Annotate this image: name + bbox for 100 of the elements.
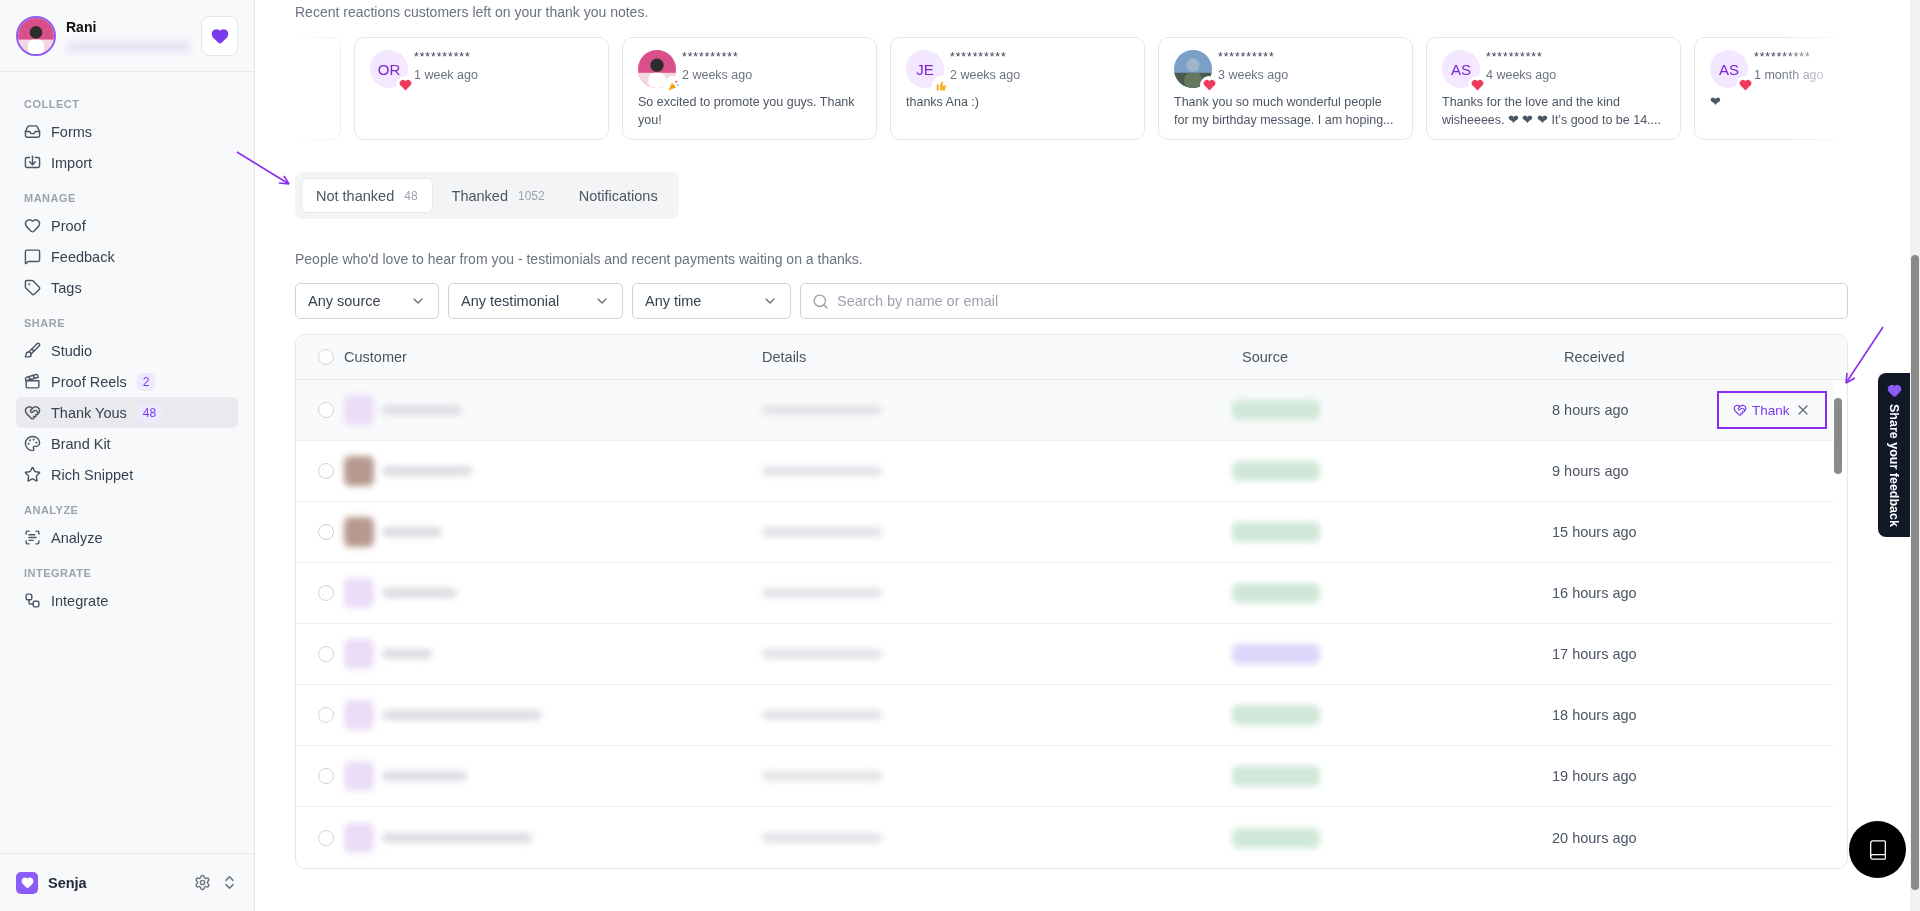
customer-name: **********: [414, 50, 472, 64]
table-row[interactable]: 8 hours ago Thank: [296, 380, 1833, 441]
nav-item[interactable]: Proof: [16, 210, 238, 241]
user-name: Rani: [66, 18, 98, 35]
heart-icon: [210, 26, 229, 45]
nav-item[interactable]: Forms: [16, 116, 238, 147]
section-title: ANALYZE: [24, 504, 80, 516]
nav-item[interactable]: Import: [16, 147, 238, 178]
heart-icon: [398, 79, 412, 91]
blurred-avatar: [344, 761, 374, 791]
section-title: MANAGE: [24, 192, 77, 204]
inbox-icon: [24, 123, 41, 140]
section-title: INTEGRATE: [24, 567, 93, 579]
nav-item[interactable]: Studio: [16, 335, 238, 366]
customer-name: **********: [1218, 50, 1276, 64]
blurred-avatar: [344, 395, 374, 425]
received-time: 8 hours ago: [1552, 402, 1630, 418]
blurred-avatar: [344, 456, 374, 486]
help-button[interactable]: [1849, 821, 1906, 878]
row-checkbox[interactable]: [318, 707, 334, 723]
reaction-time: 1 week ago: [414, 68, 478, 82]
nav-item[interactable]: Rich Snippet: [16, 459, 238, 490]
reaction-message: Thanks for the love and the kind wisheeees. ❤ ❤ ❤ It’s good to be 14....: [1442, 94, 1662, 129]
tab[interactable]: Not thanked 48: [301, 178, 433, 213]
reaction-message: ❤: [1710, 94, 1722, 111]
intro-text: Recent reactions customers left on your thank you notes.: [295, 4, 650, 22]
reaction-message: So excited to promote you guys. Thank you!: [638, 94, 856, 129]
reaction-time: 2 weeks ago: [950, 68, 1021, 82]
star-icon: [24, 466, 41, 483]
select-all-checkbox[interactable]: [318, 349, 334, 365]
reaction-message: thanks Ana :): [906, 94, 980, 111]
heart-icon: [1202, 79, 1216, 91]
filter-dropdown[interactable]: Any time: [632, 283, 791, 319]
received-time: 18 hours ago: [1552, 707, 1638, 723]
thank-button[interactable]: Thank: [1733, 402, 1790, 418]
row-checkbox[interactable]: [318, 524, 334, 540]
received-time: 19 hours ago: [1552, 768, 1638, 784]
reaction-time: 1 month ago: [1754, 68, 1824, 82]
filter-dropdown[interactable]: Any testimonial: [448, 283, 623, 319]
brush-icon: [24, 342, 41, 359]
row-checkbox[interactable]: [318, 402, 334, 418]
reaction-time: 3 weeks ago: [1218, 68, 1289, 82]
heart-icon: [1886, 383, 1902, 398]
column-header: Customer: [344, 349, 408, 365]
heart-icon: [24, 217, 41, 234]
nav-item[interactable]: Analyze: [16, 522, 238, 553]
settings-icon[interactable]: [194, 874, 211, 891]
customer-name: **********: [1754, 50, 1812, 64]
nav-item[interactable]: Thank Yous 48: [16, 397, 238, 428]
column-header: Source: [1242, 349, 1289, 365]
tag-icon: [24, 279, 41, 296]
row-checkbox[interactable]: [318, 463, 334, 479]
heart-handshake-icon: [24, 404, 41, 421]
nav-item[interactable]: Feedback: [16, 241, 238, 272]
clapperboard-icon: [24, 373, 41, 390]
customer-name: **********: [1486, 50, 1544, 64]
heart-icon: [1470, 79, 1484, 91]
scrollbar[interactable]: [1910, 0, 1920, 911]
party-popper-icon: [666, 78, 680, 92]
nav-item[interactable]: Proof Reels 2: [16, 366, 238, 397]
section-title: SHARE: [24, 317, 66, 329]
filter-dropdown[interactable]: Any source: [295, 283, 439, 319]
row-checkbox[interactable]: [318, 829, 334, 846]
blurred-text: [382, 527, 442, 537]
heart-handshake-icon: [1733, 403, 1747, 417]
annotation-arrow: [1843, 325, 1885, 387]
feedback-tab[interactable]: Share your feedback: [1878, 373, 1910, 537]
received-time: 9 hours ago: [1552, 463, 1630, 479]
row-checkbox[interactable]: [318, 646, 334, 662]
count-badge: 48: [136, 403, 163, 422]
nav-item[interactable]: Brand Kit: [16, 428, 238, 459]
heart-icon: [1738, 79, 1752, 91]
row-checkbox[interactable]: [318, 768, 334, 784]
user-avatar[interactable]: [16, 15, 56, 56]
column-header: Details: [762, 349, 808, 365]
nav-item[interactable]: Tags: [16, 272, 238, 303]
tab[interactable]: Thanked 1052: [436, 178, 560, 213]
nav-item[interactable]: Integrate: [16, 585, 238, 616]
search-field[interactable]: Search by name or email: [800, 283, 1848, 319]
blurred-avatar: [344, 700, 374, 730]
speech-bubble-icon: [24, 248, 41, 265]
import-icon: [24, 154, 41, 171]
received-time: 17 hours ago: [1552, 646, 1638, 662]
row-checkbox[interactable]: [318, 585, 334, 601]
tab[interactable]: Notifications: [563, 178, 673, 213]
description-text: People who'd love to hear from you - testimonials and recent payments waiting on a thanks.: [295, 251, 864, 267]
blurred-avatar: [344, 578, 374, 608]
workspace-name: Senja: [48, 874, 88, 891]
reaction-time: 4 weeks ago: [1486, 68, 1557, 82]
received-time: 16 hours ago: [1552, 585, 1638, 601]
palette-icon: [24, 435, 41, 452]
heart-button[interactable]: [201, 15, 238, 56]
annotation-arrow: [235, 150, 293, 188]
count-badge: 2: [136, 372, 156, 391]
blurred-avatar: [344, 517, 374, 547]
blurred-avatar: [344, 639, 374, 669]
column-header: Received: [1563, 349, 1626, 365]
reaction-message: Thank you so much wonderful people for my birthday message. I am hoping...: [1174, 94, 1395, 129]
customer-name: **********: [682, 50, 740, 64]
reaction-time: 2 weeks ago: [682, 68, 753, 82]
